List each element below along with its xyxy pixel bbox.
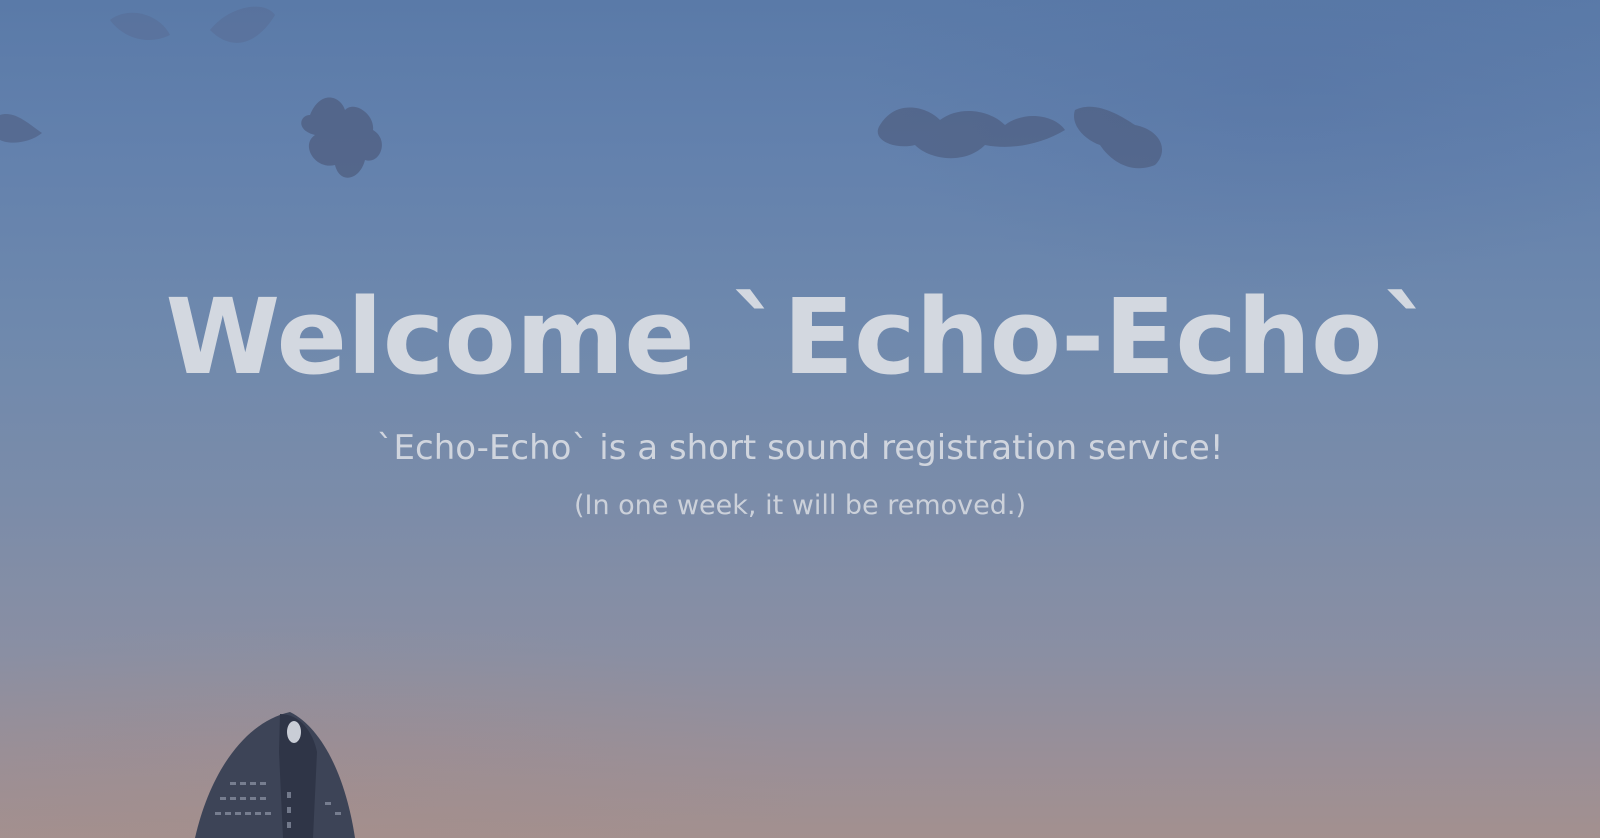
- removal-note: (In one week, it will be removed.): [573, 490, 1027, 522]
- cloud-left: [301, 97, 382, 178]
- cloud-right: [877, 106, 1163, 169]
- tower-building: [195, 712, 355, 838]
- page-title: Welcome `Echo-Echo`: [165, 276, 1435, 398]
- cloud-top-left: [110, 6, 275, 43]
- hero-content: Welcome `Echo-Echo` `Echo-Echo` is a sho…: [0, 276, 1600, 522]
- cloud-edge-left: [0, 114, 42, 143]
- page-subtitle: `Echo-Echo` is a short sound registratio…: [376, 428, 1224, 469]
- hero-banner: Welcome `Echo-Echo` `Echo-Echo` is a sho…: [0, 0, 1600, 838]
